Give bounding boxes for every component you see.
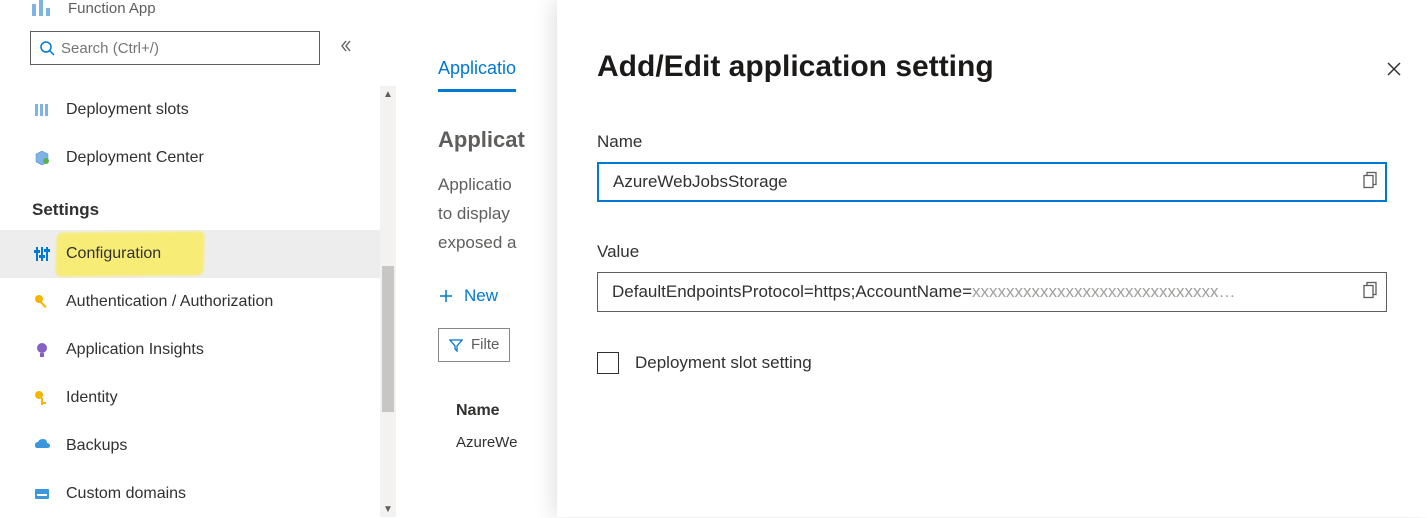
setting-name-input[interactable] xyxy=(597,162,1387,202)
name-field-label: Name xyxy=(597,132,1387,152)
filter-label: Filte xyxy=(471,336,499,353)
plus-icon xyxy=(438,288,454,304)
scroll-thumb[interactable] xyxy=(382,266,394,412)
setting-value-input[interactable]: DefaultEndpointsProtocol=https;AccountNa… xyxy=(597,272,1387,312)
sidebar-item-configuration[interactable]: Configuration xyxy=(0,230,380,278)
setting-value-masked: xxxxxxxxxxxxxxxxxxxxxxxxxxxxx… xyxy=(972,282,1236,302)
sidebar-search[interactable] xyxy=(30,31,320,65)
sidebar-item-label: Deployment Center xyxy=(66,149,204,167)
insights-icon xyxy=(32,340,52,360)
deployment-slot-checkbox[interactable] xyxy=(597,352,619,374)
deployment-slots-icon xyxy=(32,100,52,120)
search-icon xyxy=(39,40,55,56)
sidebar-item-label: Backups xyxy=(66,437,127,455)
resource-header: Function App xyxy=(0,0,396,31)
sidebar-item-deployment-center[interactable]: Deployment Center xyxy=(0,134,380,182)
panel-title: Add/Edit application setting xyxy=(597,50,1387,84)
deployment-slot-setting-row: Deployment slot setting xyxy=(597,352,1387,374)
sidebar-item-deployment-slots[interactable]: Deployment slots xyxy=(0,86,380,134)
new-application-setting-button[interactable]: New xyxy=(438,286,498,306)
close-icon xyxy=(1385,60,1403,78)
sidebar-search-input[interactable] xyxy=(55,39,311,58)
sidebar-item-label: Custom domains xyxy=(66,485,186,503)
sidebar-item-label: Authentication / Authorization xyxy=(66,293,273,311)
sidebar-scroll-area: Deployment slots Deployment Center Setti… xyxy=(0,86,396,517)
sidebar-item-identity[interactable]: Identity xyxy=(0,374,380,422)
sidebar-item-application-insights[interactable]: Application Insights xyxy=(0,326,380,374)
tab-application-settings[interactable]: Applicatio xyxy=(438,58,516,92)
filter-input[interactable]: Filte xyxy=(438,328,510,362)
backups-icon xyxy=(32,436,52,456)
sidebar: Function App Deployment slots Deployment… xyxy=(0,0,396,517)
sidebar-item-backups[interactable]: Backups xyxy=(0,422,380,470)
scroll-up-button[interactable]: ▲ xyxy=(380,86,396,102)
copy-name-button[interactable] xyxy=(1363,172,1379,193)
section-description: Applicatio to display exposed a xyxy=(438,171,548,258)
key-icon xyxy=(32,292,52,312)
setting-value-visible: DefaultEndpointsProtocol=https;AccountNa… xyxy=(612,282,972,302)
scroll-down-button[interactable]: ▼ xyxy=(380,501,396,517)
copy-icon xyxy=(1363,172,1379,190)
deployment-slot-label: Deployment slot setting xyxy=(635,353,812,373)
collapse-sidebar-button[interactable] xyxy=(338,38,354,59)
filter-icon xyxy=(449,338,463,352)
sidebar-item-label: Configuration xyxy=(66,245,161,263)
copy-value-button[interactable] xyxy=(1363,282,1379,303)
sidebar-item-custom-domains[interactable]: Custom domains xyxy=(0,470,380,518)
sidebar-item-authentication[interactable]: Authentication / Authorization xyxy=(0,278,380,326)
value-field-label: Value xyxy=(597,242,1387,262)
add-edit-setting-panel: Add/Edit application setting Name Value … xyxy=(557,0,1427,517)
new-button-label: New xyxy=(464,286,498,306)
copy-icon xyxy=(1363,282,1379,300)
close-panel-button[interactable] xyxy=(1385,60,1403,81)
sidebar-item-label: Deployment slots xyxy=(66,101,189,119)
configuration-icon xyxy=(32,244,52,264)
sidebar-scrollbar[interactable]: ▲ ▼ xyxy=(380,86,396,517)
identity-icon xyxy=(32,388,52,408)
sidebar-item-label: Application Insights xyxy=(66,341,204,359)
sidebar-section-settings: Settings xyxy=(0,182,396,230)
deployment-center-icon xyxy=(32,148,52,168)
custom-domains-icon xyxy=(32,484,52,504)
resource-type-label: Function App xyxy=(68,0,156,17)
function-app-icon xyxy=(32,0,56,16)
sidebar-item-label: Identity xyxy=(66,389,118,407)
